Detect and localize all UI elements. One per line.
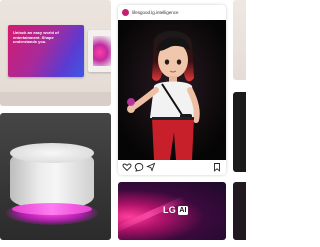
speaker-panel[interactable] xyxy=(0,113,111,240)
page: Unlock an easy world of entertainment. S… xyxy=(0,0,246,247)
tv-wall-panel[interactable]: Unlock an easy world of entertainment. S… xyxy=(0,0,111,106)
lg-ai-panel[interactable]: LG AI xyxy=(118,182,226,240)
tv-shelf xyxy=(0,92,111,106)
comment-icon[interactable] xyxy=(134,162,144,172)
wall-frame xyxy=(88,30,111,72)
partial-panel-bottom[interactable] xyxy=(233,182,246,240)
bookmark-icon[interactable] xyxy=(212,162,222,172)
partial-panel-middle[interactable] xyxy=(233,92,246,172)
tv-screen: Unlock an easy world of entertainment. S… xyxy=(8,25,84,77)
post-image[interactable] xyxy=(118,20,226,160)
ai-badge: AI xyxy=(177,205,188,215)
avatar[interactable] xyxy=(122,9,129,16)
wall-frame-art xyxy=(93,36,111,66)
social-post-card[interactable]: lifesgood.lg.intelligence xyxy=(118,5,226,175)
partial-panel-top[interactable] xyxy=(233,0,246,80)
character-illustration xyxy=(118,20,226,160)
lg-brand-text: LG xyxy=(163,205,176,215)
speaker-top xyxy=(10,143,94,163)
speaker-light-ring xyxy=(12,203,92,215)
post-actions xyxy=(118,160,226,175)
heart-icon[interactable] xyxy=(122,162,132,172)
share-icon[interactable] xyxy=(146,162,156,172)
tv-screen-text: Unlock an easy world of entertainment. S… xyxy=(13,30,59,45)
post-header: lifesgood.lg.intelligence xyxy=(118,5,226,20)
lg-ai-logo: LG AI xyxy=(163,204,188,216)
post-handle[interactable]: lifesgood.lg.intelligence xyxy=(132,9,179,16)
